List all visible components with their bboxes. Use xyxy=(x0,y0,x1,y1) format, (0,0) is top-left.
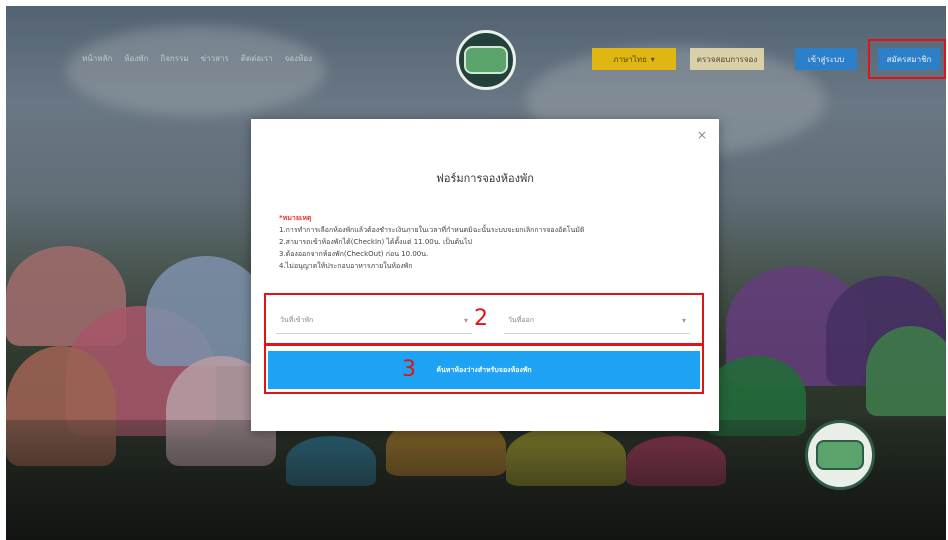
language-label: ภาษาไทย xyxy=(613,54,647,64)
nav-item[interactable]: ติดต่อเรา xyxy=(241,52,273,65)
note-line: 2.สามารถเข้าห้องพักได้(CheckIn) ได้ตั้งแ… xyxy=(279,238,472,246)
note-line: 1.การทำการเลือกห้องพักแล้วต้องชำระเงินภา… xyxy=(279,226,585,234)
login-button[interactable]: เข้าสู่ระบบ xyxy=(795,48,857,70)
site-logo[interactable] xyxy=(456,30,516,90)
nav-item[interactable]: กิจกรรม xyxy=(160,52,188,65)
nav-item[interactable]: ห้องพัก xyxy=(124,52,148,65)
floating-logo-badge[interactable] xyxy=(805,420,875,490)
note-line: 4.ไม่อนุญาตให้ประกอบอาหารภายในห้องพัก xyxy=(279,262,413,270)
check-booking-button[interactable]: ตรวจสอบการจอง xyxy=(690,48,764,70)
close-icon[interactable]: × xyxy=(697,128,707,142)
annotation-highlight-register xyxy=(868,39,946,79)
annotation-number-3: 3 xyxy=(402,357,416,382)
annotation-number-2: 2 xyxy=(474,306,488,331)
nav-item[interactable]: หน้าหลัก xyxy=(82,52,112,65)
modal-title: ฟอร์มการจองห้องพัก xyxy=(436,172,534,185)
note-line: 3.ต้องออกจากห้องพัก(CheckOut) ก่อน 10.00… xyxy=(279,250,429,258)
main-nav: หน้าหลัก ห้องพัก กิจกรรม ข่าวสาร ติดต่อเ… xyxy=(82,52,312,65)
booking-notes: *หมายเหตุ 1.การทำการเลือกห้องพักแล้วต้อง… xyxy=(279,212,699,272)
nav-item[interactable]: จองห้อง xyxy=(285,52,312,65)
annotation-highlight-search xyxy=(264,344,704,394)
nav-item[interactable]: ข่าวสาร xyxy=(201,52,229,65)
chevron-down-icon: ▾ xyxy=(650,54,655,64)
screenshot-stage: หน้าหลัก ห้องพัก กิจกรรม ข่าวสาร ติดต่อเ… xyxy=(0,0,948,540)
notes-heading: *หมายเหตุ xyxy=(279,214,312,222)
language-button[interactable]: ภาษาไทย ▾ xyxy=(592,48,676,70)
